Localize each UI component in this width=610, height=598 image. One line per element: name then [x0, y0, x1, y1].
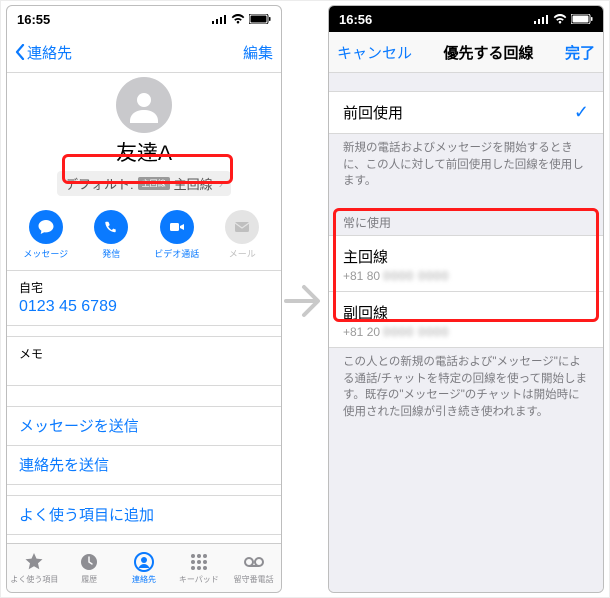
star-icon — [23, 551, 45, 573]
tab-keypad-label: キーパッド — [179, 574, 219, 585]
phone-section: 自宅 0123 45 6789 — [7, 270, 281, 326]
always-header: 常に使用 — [329, 200, 603, 235]
message-icon — [37, 218, 55, 236]
default-line-button[interactable]: デフォルト: 主回線 主回線 › — [57, 171, 231, 196]
home-label: 自宅 — [19, 279, 269, 296]
secondary-line-cell[interactable]: 副回線 +81 20 0000 0000 — [329, 291, 603, 348]
default-line-value: 主回線 — [174, 174, 213, 193]
status-bar: 16:56 — [329, 6, 603, 32]
message-label: メッセージ — [23, 247, 68, 260]
tab-voicemail-label: 留守番電話 — [234, 574, 274, 585]
video-action[interactable]: ビデオ通話 — [150, 210, 204, 260]
call-label: 発信 — [102, 247, 120, 260]
contact-icon — [133, 551, 155, 573]
secondary-number: +81 20 0000 0000 — [343, 325, 589, 339]
video-icon — [168, 218, 186, 236]
tab-keypad[interactable]: キーパッド — [171, 544, 226, 592]
checkmark-icon: ✓ — [574, 102, 589, 123]
avatar — [116, 77, 172, 133]
nav-back-button[interactable]: 連絡先 — [15, 42, 72, 63]
action-row: メッセージ 発信 ビデオ通話 メール — [7, 204, 281, 270]
status-time: 16:56 — [339, 12, 372, 27]
call-action[interactable]: 発信 — [84, 210, 138, 260]
tab-voicemail[interactable]: 留守番電話 — [226, 544, 281, 592]
person-icon — [126, 87, 162, 123]
last-used-label: 前回使用 — [343, 102, 403, 123]
battery-icon — [571, 14, 593, 24]
phone-preferred-line: 16:56 キャンセル 優先する回線 完了 前回使用 ✓ 新規の電話およびメッセ… — [328, 5, 604, 593]
chevron-right-icon: › — [219, 176, 223, 191]
phone-home-cell[interactable]: 自宅 0123 45 6789 — [7, 271, 281, 325]
signal-icon — [212, 14, 227, 24]
mail-icon — [233, 218, 251, 236]
chevron-left-icon — [15, 44, 25, 60]
last-used-cell[interactable]: 前回使用 ✓ — [329, 91, 603, 134]
tab-contacts-label: 連絡先 — [132, 574, 156, 585]
mail-action: メール — [215, 210, 269, 260]
links-section: メッセージを送信 連絡先を送信 — [7, 406, 281, 485]
hint-always: この人との新規の電話および"メッセージ"による通話/チャットを特定の回線を使って… — [329, 348, 603, 431]
memo-cell[interactable]: メモ — [7, 337, 281, 385]
tab-favorites[interactable]: よく使う項目 — [7, 544, 62, 592]
hint-last-used: 新規の電話およびメッセージを開始するときに、この人に対して前回使用した回線を使用… — [329, 134, 603, 200]
links-section-2: よく使う項目に追加 — [7, 495, 281, 535]
mail-label: メール — [229, 247, 256, 260]
voicemail-icon — [242, 551, 266, 573]
memo-label: メモ — [19, 345, 269, 362]
nav-edit-button[interactable]: 編集 — [243, 42, 273, 63]
default-badge: 主回線 — [138, 177, 170, 190]
status-icons — [534, 14, 593, 24]
wifi-icon — [553, 14, 567, 24]
nav-done-button[interactable]: 完了 — [565, 42, 595, 63]
nav-bar: キャンセル 優先する回線 完了 — [329, 32, 603, 73]
send-message-link[interactable]: メッセージを送信 — [7, 407, 281, 446]
primary-line-cell[interactable]: 主回線 +81 80 0000 0000 — [329, 235, 603, 291]
nav-cancel-button[interactable]: キャンセル — [337, 42, 412, 63]
battery-icon — [249, 14, 271, 24]
secondary-title: 副回線 — [343, 302, 589, 323]
memo-section: メモ — [7, 336, 281, 386]
message-action[interactable]: メッセージ — [19, 210, 73, 260]
wifi-icon — [231, 14, 245, 24]
tab-contacts[interactable]: 連絡先 — [117, 544, 172, 592]
add-favorite-link[interactable]: よく使う項目に追加 — [7, 495, 281, 535]
signal-icon — [534, 14, 549, 24]
body: 前回使用 ✓ 新規の電話およびメッセージを開始するときに、この人に対して前回使用… — [329, 73, 603, 593]
status-bar: 16:55 — [7, 6, 281, 32]
nav-title: 優先する回線 — [443, 42, 533, 63]
phone-contact-detail: 16:55 連絡先 編集 友達A デフォルト: 主回線 主回線 — [6, 5, 282, 593]
share-contact-link[interactable]: 連絡先を送信 — [7, 446, 281, 485]
tab-recents[interactable]: 履歴 — [62, 544, 117, 592]
contact-name: 友達A — [116, 137, 172, 167]
status-icons — [212, 14, 271, 24]
tab-recents-label: 履歴 — [81, 574, 97, 585]
contact-header: 友達A デフォルト: 主回線 主回線 › — [7, 73, 281, 204]
arrow-right-icon — [282, 281, 328, 321]
nav-bar: 連絡先 編集 — [7, 32, 281, 73]
video-label: ビデオ通話 — [154, 247, 199, 260]
status-time: 16:55 — [17, 12, 50, 27]
tab-favorites-label: よく使う項目 — [10, 574, 58, 585]
nav-back-label: 連絡先 — [27, 42, 72, 63]
clock-icon — [78, 551, 100, 573]
primary-title: 主回線 — [343, 246, 589, 267]
home-number: 0123 45 6789 — [19, 298, 269, 316]
default-prefix: デフォルト: — [65, 174, 134, 193]
phone-icon — [102, 218, 120, 236]
tab-bar: よく使う項目 履歴 連絡先 キーパッド 留守番電話 — [7, 543, 281, 592]
primary-number: +81 80 0000 0000 — [343, 269, 589, 283]
keypad-icon — [188, 551, 210, 573]
